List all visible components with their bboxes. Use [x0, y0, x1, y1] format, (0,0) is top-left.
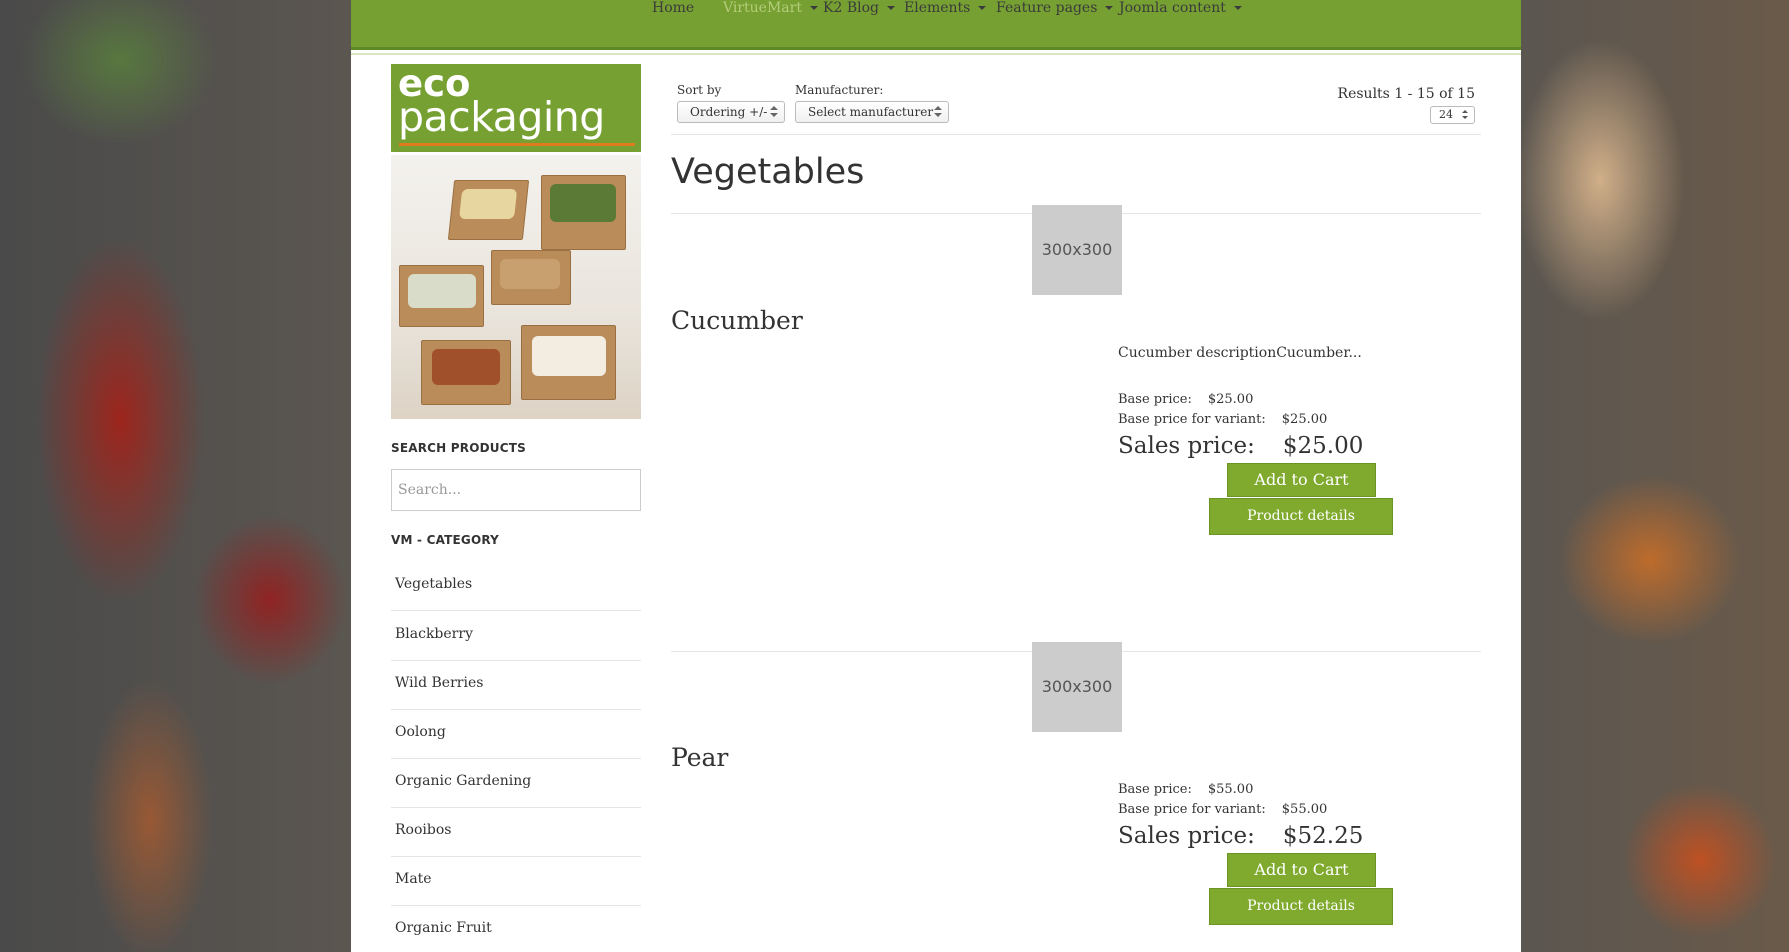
- banner-photo-food-boxes: [391, 155, 641, 419]
- food-contents: [532, 336, 606, 376]
- category-item-mate[interactable]: Mate: [391, 857, 641, 906]
- category-item-organic-gardening[interactable]: Organic Gardening: [391, 759, 641, 808]
- product-thumbnail[interactable]: 300x300: [1032, 642, 1122, 732]
- food-contents: [408, 274, 476, 308]
- search-products-heading: SEARCH PRODUCTS: [391, 441, 526, 455]
- base-price-label: Base price:: [1118, 782, 1192, 797]
- banner-logo-area: eco packaging: [391, 64, 641, 152]
- add-to-cart-button[interactable]: Add to Cart: [1227, 853, 1376, 887]
- nav-item-label: Home: [652, 0, 695, 16]
- nav-active-indicator: [709, 47, 807, 49]
- background-spices-left: [0, 0, 351, 952]
- banner-packaging-text: packaging: [398, 93, 605, 141]
- nav-item-elements[interactable]: Elements: [904, 0, 987, 16]
- category-item-label: Wild Berries: [395, 675, 484, 691]
- category-item-rooibos[interactable]: Rooibos: [391, 808, 641, 857]
- category-item-label: Mate: [395, 871, 432, 887]
- category-item-blackberry[interactable]: Blackberry: [391, 612, 641, 661]
- sales-price-row: Sales price: $25.00: [1118, 433, 1363, 459]
- nav-item-label: Elements: [904, 0, 971, 16]
- food-box: [421, 340, 511, 405]
- manufacturer-select[interactable]: Select manufacturer: [795, 101, 949, 123]
- sales-price-row: Sales price: $52.25: [1118, 823, 1363, 849]
- base-price-value: $25.00: [1207, 392, 1254, 407]
- variant-price-row: Base price for variant: $55.00: [1118, 802, 1327, 817]
- food-contents: [432, 349, 500, 385]
- page-title: Vegetables: [671, 152, 865, 192]
- category-item-label: Organic Gardening: [395, 773, 532, 789]
- nav-item-joomla-content[interactable]: Joomla content: [1119, 0, 1242, 16]
- sales-price-value: $25.00: [1282, 433, 1364, 459]
- select-arrows-icon: [1462, 110, 1470, 120]
- manufacturer-value: Select manufacturer: [808, 105, 934, 119]
- product-details-button[interactable]: Product details: [1209, 498, 1393, 535]
- top-navigation: Home VirtueMart K2 Blog Elements Feature…: [351, 0, 1521, 55]
- base-price-value: $55.00: [1207, 782, 1254, 797]
- background-spices-right: [1521, 0, 1789, 952]
- divider: [671, 134, 1481, 135]
- nav-item-virtuemart[interactable]: VirtueMart: [723, 0, 818, 16]
- variant-price-value: $25.00: [1281, 412, 1328, 427]
- category-item-wild-berries[interactable]: Wild Berries: [391, 661, 641, 710]
- food-contents: [459, 189, 518, 219]
- product-thumbnail[interactable]: 300x300: [1032, 205, 1122, 295]
- nav-item-home[interactable]: Home: [652, 0, 694, 16]
- chevron-down-icon: [1105, 6, 1114, 10]
- category-item-label: Oolong: [395, 724, 446, 740]
- category-item-label: Organic Fruit: [395, 920, 492, 936]
- sales-price-value: $52.25: [1282, 823, 1364, 849]
- food-box: [521, 325, 616, 400]
- vm-category-heading: VM - CATEGORY: [391, 533, 500, 547]
- chevron-down-icon: [978, 6, 987, 10]
- chevron-down-icon: [1233, 6, 1242, 10]
- product-name[interactable]: Pear: [671, 743, 728, 772]
- page-container: Home VirtueMart K2 Blog Elements Feature…: [351, 0, 1521, 952]
- chevron-down-icon: [809, 6, 818, 10]
- category-item-vegetables[interactable]: Vegetables: [391, 562, 641, 611]
- food-contents: [550, 184, 616, 222]
- variant-price-label: Base price for variant:: [1118, 802, 1266, 817]
- sales-price-label: Sales price:: [1118, 433, 1255, 459]
- variant-price-row: Base price for variant: $25.00: [1118, 412, 1327, 427]
- category-item-organic-fruit[interactable]: Organic Fruit: [391, 906, 641, 952]
- category-item-oolong[interactable]: Oolong: [391, 710, 641, 759]
- nav-item-label: K2 Blog: [823, 0, 879, 16]
- food-box: [399, 265, 484, 327]
- category-item-label: Rooibos: [395, 822, 452, 838]
- sort-by-select[interactable]: Ordering +/-: [677, 101, 785, 123]
- sort-by-value: Ordering +/-: [690, 105, 768, 119]
- category-item-label: Vegetables: [395, 576, 473, 592]
- results-count: Results 1 - 15 of 15: [1337, 86, 1475, 102]
- product-name[interactable]: Cucumber: [671, 306, 803, 335]
- sales-price-label: Sales price:: [1118, 823, 1255, 849]
- base-price-label: Base price:: [1118, 392, 1192, 407]
- add-to-cart-button[interactable]: Add to Cart: [1227, 463, 1376, 497]
- select-arrows-icon: [769, 106, 779, 118]
- variant-price-value: $55.00: [1281, 802, 1328, 817]
- nav-item-label: VirtueMart: [723, 0, 802, 16]
- banner-underline: [399, 143, 635, 146]
- nav-item-feature-pages[interactable]: Feature pages: [996, 0, 1114, 16]
- base-price-row: Base price: $25.00: [1118, 392, 1253, 407]
- chevron-down-icon: [886, 6, 895, 10]
- nav-item-label: Feature pages: [996, 0, 1098, 16]
- nav-item-label: Joomla content: [1119, 0, 1226, 16]
- base-price-row: Base price: $55.00: [1118, 782, 1253, 797]
- product-details-button[interactable]: Product details: [1209, 888, 1393, 925]
- select-arrows-icon: [933, 106, 943, 118]
- food-contents: [500, 259, 560, 289]
- category-item-label: Blackberry: [395, 626, 473, 642]
- nav-item-k2-blog[interactable]: K2 Blog: [823, 0, 895, 16]
- variant-price-label: Base price for variant:: [1118, 412, 1266, 427]
- food-box: [447, 180, 530, 240]
- search-input[interactable]: Search...: [391, 469, 641, 511]
- product-description: Cucumber descriptionCucumber...: [1118, 345, 1362, 361]
- food-box: [541, 175, 626, 250]
- per-page-value: 24: [1439, 108, 1453, 121]
- eco-packaging-banner[interactable]: eco packaging: [391, 64, 641, 419]
- per-page-select[interactable]: 24: [1430, 106, 1475, 124]
- food-box: [491, 250, 571, 305]
- manufacturer-label: Manufacturer:: [795, 83, 884, 97]
- sort-by-label: Sort by: [677, 83, 722, 97]
